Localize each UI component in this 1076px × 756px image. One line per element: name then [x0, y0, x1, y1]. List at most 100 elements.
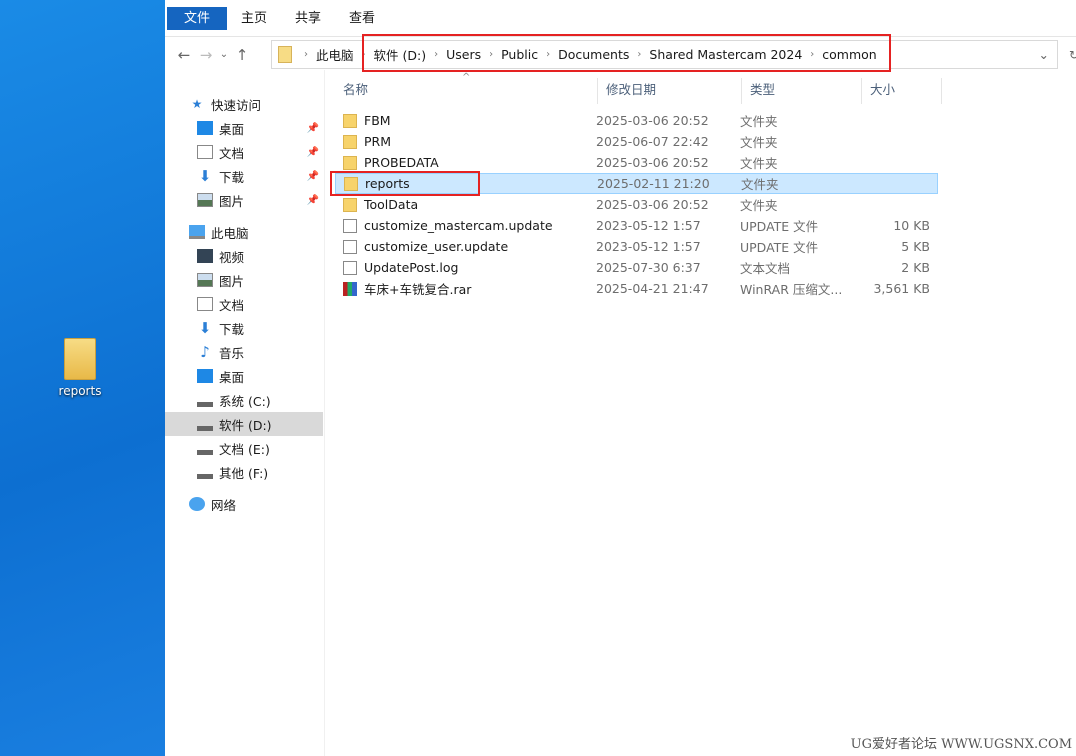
- drive-icon: [197, 465, 213, 479]
- forward-icon[interactable]: →: [195, 46, 217, 64]
- sidebar-label: 视频: [219, 249, 245, 265]
- sidebar-item-pictures[interactable]: 图片 📌: [165, 188, 323, 212]
- file-name: UpdatePost.log: [364, 260, 459, 275]
- pin-icon[interactable]: 📌: [307, 123, 319, 134]
- sidebar-item-documents[interactable]: 文档 📌: [165, 140, 323, 164]
- highlight-address-path: [362, 34, 891, 72]
- file-name: customize_user.update: [364, 239, 509, 254]
- desktop: reports: [0, 0, 165, 756]
- file-date: 2025-07-30 6:37: [596, 260, 701, 275]
- file-name: PRM: [364, 134, 392, 149]
- file-date: 2025-04-21 21:47: [596, 281, 709, 296]
- watermark: UG爱好者论坛 WWW.UGSNX.COM: [850, 737, 1072, 752]
- sidebar-label: 软件 (D:): [219, 417, 272, 433]
- file-icon: [343, 260, 357, 275]
- file-row[interactable]: customize_mastercam.update 2023-05-12 1:…: [335, 215, 938, 236]
- sidebar-item-drive-e[interactable]: 文档 (E:): [165, 436, 323, 460]
- computer-icon: [189, 225, 205, 239]
- sidebar-label: 文档: [219, 297, 245, 313]
- up-icon[interactable]: ↑: [231, 46, 253, 64]
- file-size: 3,561 KB: [873, 281, 930, 296]
- file-type: WinRAR 压缩文...: [740, 282, 843, 297]
- tab-share[interactable]: 共享: [281, 7, 335, 30]
- file-date: 2025-03-06 20:52: [596, 155, 709, 170]
- desktop-folder-reports[interactable]: reports: [52, 338, 108, 398]
- sidebar-item-drive-c[interactable]: 系统 (C:): [165, 388, 323, 412]
- file-type: UPDATE 文件: [740, 219, 819, 234]
- file-name: customize_mastercam.update: [364, 218, 553, 233]
- sort-ascending-icon: ^: [462, 72, 471, 83]
- drive-icon: [197, 393, 213, 407]
- sidebar-item-videos[interactable]: 视频: [165, 244, 323, 268]
- folder-icon: [343, 134, 357, 149]
- back-icon[interactable]: ←: [173, 46, 195, 64]
- refresh-icon[interactable]: ↻: [1069, 48, 1076, 62]
- sidebar-item-pictures-pc[interactable]: 图片: [165, 268, 323, 292]
- pin-icon[interactable]: 📌: [307, 147, 319, 158]
- address-dropdown-icon[interactable]: ⌄: [1039, 47, 1049, 62]
- drive-icon: [197, 417, 213, 431]
- file-name: PROBEDATA: [364, 155, 439, 170]
- file-type: 文件夹: [741, 177, 779, 192]
- sidebar-quick-access[interactable]: ★ 快速访问: [165, 92, 323, 116]
- file-row[interactable]: FBM 2025-03-06 20:52 文件夹: [335, 110, 938, 131]
- sidebar-item-desktop[interactable]: 桌面 📌: [165, 116, 323, 140]
- sidebar-label: 此电脑: [211, 225, 249, 241]
- folder-icon: [343, 113, 357, 128]
- folder-icon: [343, 197, 357, 212]
- file-date: 2025-02-11 21:20: [597, 176, 710, 191]
- file-name-cell: FBM: [335, 113, 596, 128]
- desktop-icon: [197, 369, 213, 383]
- sidebar-item-documents-pc[interactable]: 文档: [165, 292, 323, 316]
- document-icon: [197, 145, 213, 159]
- tab-view[interactable]: 查看: [335, 7, 389, 30]
- file-type: 文件夹: [740, 198, 778, 213]
- file-type: 文件夹: [740, 156, 778, 171]
- sidebar-network[interactable]: 网络: [165, 492, 323, 516]
- tab-home[interactable]: 主页: [227, 7, 281, 30]
- sidebar-item-drive-d[interactable]: 软件 (D:): [165, 412, 323, 436]
- sidebar-item-desktop-pc[interactable]: 桌面: [165, 364, 323, 388]
- sidebar-item-downloads-pc[interactable]: ⬇ 下载: [165, 316, 323, 340]
- file-size: 5 KB: [901, 239, 930, 254]
- star-icon: ★: [191, 97, 203, 111]
- pin-icon[interactable]: 📌: [307, 171, 319, 182]
- file-row[interactable]: ToolData 2025-03-06 20:52 文件夹: [335, 194, 938, 215]
- file-name-cell: 车床+车铣复合.rar: [335, 279, 596, 298]
- sidebar-item-downloads[interactable]: ⬇ 下载 📌: [165, 164, 323, 188]
- network-icon: [189, 497, 205, 511]
- download-icon: ⬇: [198, 167, 212, 185]
- sidebar-label: 其他 (F:): [219, 465, 269, 481]
- file-row[interactable]: 车床+车铣复合.rar 2025-04-21 21:47 WinRAR 压缩文.…: [335, 278, 938, 299]
- sidebar-label: 图片: [219, 273, 245, 289]
- sidebar-item-drive-f[interactable]: 其他 (F:): [165, 460, 323, 484]
- desktop-icon-label: reports: [58, 384, 102, 398]
- pane-divider[interactable]: [324, 70, 325, 756]
- pin-icon[interactable]: 📌: [307, 195, 319, 206]
- file-row[interactable]: PROBEDATA 2025-03-06 20:52 文件夹: [335, 152, 938, 173]
- file-name-cell: ToolData: [335, 197, 596, 212]
- file-name: ToolData: [364, 197, 419, 212]
- folder-icon: [343, 155, 357, 170]
- desktop-icon: [197, 121, 213, 135]
- sidebar-item-music[interactable]: ♪ 音乐: [165, 340, 323, 364]
- chevron-right-icon: ›: [304, 49, 308, 60]
- sidebar-label: 音乐: [219, 345, 245, 361]
- recent-dropdown-icon[interactable]: ⌄: [217, 49, 231, 60]
- sidebar-this-pc[interactable]: 此电脑: [165, 220, 323, 244]
- file-name: 车床+车铣复合.rar: [364, 282, 472, 297]
- file-size: 2 KB: [901, 260, 930, 275]
- sidebar-label: 桌面: [219, 121, 245, 137]
- breadcrumb-this-pc[interactable]: 此电脑: [312, 45, 358, 64]
- document-icon: [197, 297, 213, 311]
- file-row[interactable]: customize_user.update 2023-05-12 1:57 UP…: [335, 236, 938, 257]
- drive-icon: [197, 441, 213, 455]
- file-row[interactable]: PRM 2025-06-07 22:42 文件夹: [335, 131, 938, 152]
- column-date[interactable]: 修改日期: [598, 78, 742, 104]
- file-row[interactable]: UpdatePost.log 2025-07-30 6:37 文本文档 2 KB: [335, 257, 938, 278]
- tab-file[interactable]: 文件: [167, 6, 228, 30]
- column-type[interactable]: 类型: [742, 78, 862, 104]
- column-size[interactable]: 大小: [862, 78, 942, 104]
- video-icon: [197, 249, 213, 263]
- rar-icon: [343, 281, 357, 296]
